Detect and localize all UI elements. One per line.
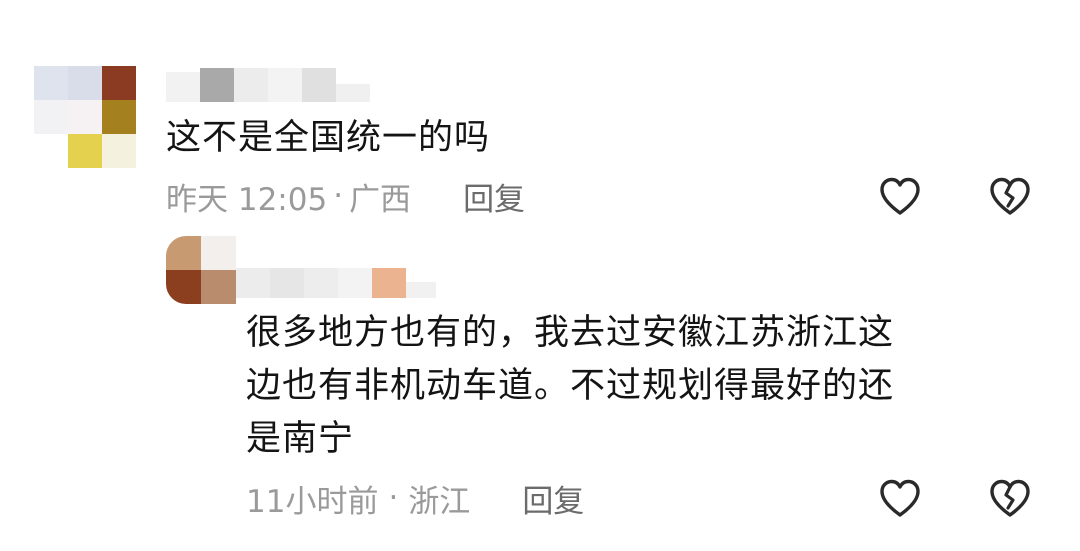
broken-heart-icon bbox=[990, 177, 1030, 215]
comment-text: 很多地方也有的，我去过安徽江苏浙江这 边也有非机动车道。不过规划得最好的还 是南… bbox=[246, 307, 894, 466]
comment-line: 边也有非机动车道。不过规划得最好的还 bbox=[246, 366, 895, 406]
separator: · bbox=[388, 480, 399, 516]
heart-outline-icon bbox=[880, 479, 920, 517]
separator: · bbox=[333, 178, 344, 214]
dislike-button[interactable] bbox=[986, 474, 1034, 522]
comment-meta: 昨天 12:05 · 广西 回复 bbox=[166, 174, 525, 218]
comment-line: 很多地方也有的，我去过安徽江苏浙江这 bbox=[246, 313, 895, 353]
avatar[interactable] bbox=[34, 66, 136, 168]
username-blurred[interactable] bbox=[166, 64, 376, 108]
location: 广西 bbox=[349, 181, 412, 218]
comment-text: 这不是全国统一的吗 bbox=[166, 118, 491, 158]
dislike-button[interactable] bbox=[986, 172, 1034, 220]
username-blurred[interactable] bbox=[236, 264, 436, 304]
like-button[interactable] bbox=[876, 172, 924, 220]
reply-button[interactable]: 回复 bbox=[463, 174, 525, 219]
timestamp: 昨天 12:05 bbox=[166, 181, 328, 218]
location: 浙江 bbox=[408, 483, 471, 520]
comment-line: 是南宁 bbox=[246, 419, 355, 459]
timestamp: 11小时前 bbox=[246, 483, 379, 520]
broken-heart-icon bbox=[990, 479, 1030, 517]
avatar[interactable] bbox=[166, 236, 236, 304]
comment-meta: 11小时前 · 浙江 回复 bbox=[246, 476, 584, 520]
reply-button[interactable]: 回复 bbox=[522, 476, 584, 521]
comment-thread: 这不是全国统一的吗 昨天 12:05 · 广西 回复 很多地方也有的，我去过安徽… bbox=[0, 0, 1080, 551]
like-button[interactable] bbox=[876, 474, 924, 522]
heart-outline-icon bbox=[880, 177, 920, 215]
